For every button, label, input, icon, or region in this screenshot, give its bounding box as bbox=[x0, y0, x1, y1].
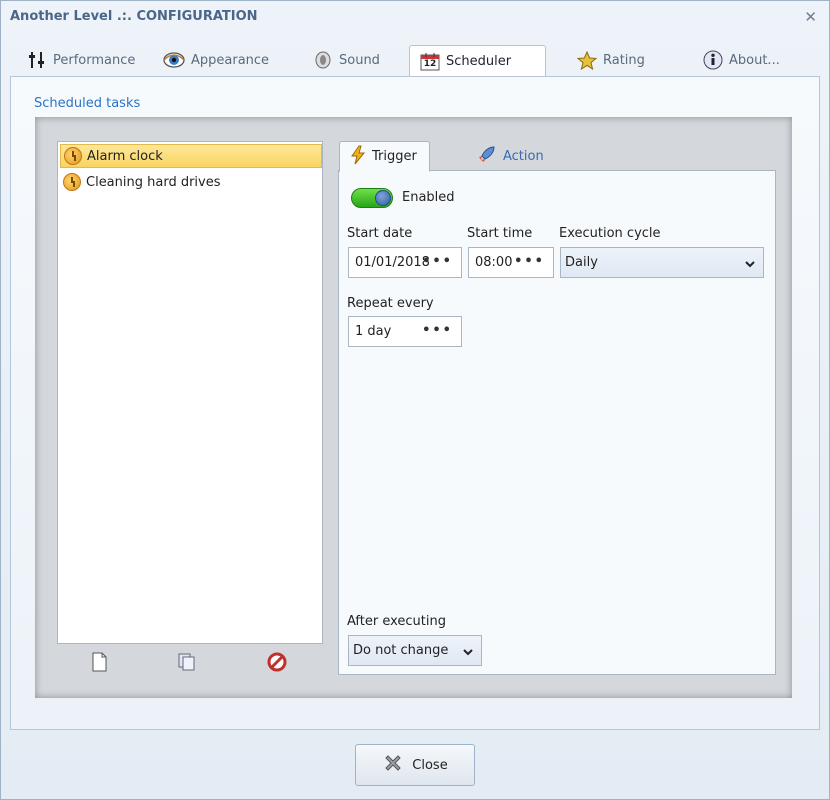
tab-about-label: About... bbox=[729, 52, 780, 68]
after-executing-select[interactable]: Do not change bbox=[348, 635, 482, 666]
repeat-every-label: Repeat every bbox=[347, 296, 434, 311]
new-document-icon bbox=[90, 652, 108, 676]
alarm-clock-icon bbox=[64, 147, 82, 165]
execution-cycle-label: Execution cycle bbox=[559, 226, 661, 241]
list-item[interactable]: Alarm clock bbox=[60, 144, 322, 168]
tab-performance[interactable]: Performance bbox=[17, 45, 145, 75]
task-label: Alarm clock bbox=[87, 148, 163, 164]
after-executing-label: After executing bbox=[347, 614, 446, 629]
enabled-toggle[interactable] bbox=[351, 188, 393, 208]
lightning-icon bbox=[350, 145, 366, 169]
start-time-field[interactable]: 08:00 ••• bbox=[468, 247, 554, 278]
config-window: Another Level .:. CONFIGURATION ✕ Perfor… bbox=[0, 0, 830, 800]
calendar-day-number: 12 bbox=[423, 59, 437, 69]
start-time-value: 08:00 bbox=[475, 255, 513, 270]
chevron-down-icon bbox=[463, 646, 473, 656]
tab-sound[interactable]: Sound bbox=[303, 45, 390, 75]
start-time-picker-button[interactable]: ••• bbox=[514, 255, 545, 268]
execution-cycle-value: Daily bbox=[565, 255, 598, 270]
start-date-value: 01/01/2018 bbox=[355, 255, 430, 270]
info-icon bbox=[703, 50, 723, 70]
close-icon bbox=[382, 752, 404, 778]
scheduler-page: Scheduled tasks Alarm clock Cleaning har… bbox=[10, 76, 820, 730]
tab-trigger-label: Trigger bbox=[372, 149, 417, 164]
tab-action[interactable]: Action bbox=[467, 141, 556, 171]
toggle-knob bbox=[375, 190, 391, 206]
alarm-clock-icon bbox=[63, 173, 81, 191]
scheduler-area: Alarm clock Cleaning hard drives Trigger… bbox=[35, 117, 792, 698]
eye-icon bbox=[163, 51, 185, 69]
delete-task-button[interactable] bbox=[266, 652, 288, 676]
enabled-label: Enabled bbox=[402, 190, 455, 205]
list-item[interactable]: Cleaning hard drives bbox=[60, 170, 322, 194]
start-date-label: Start date bbox=[347, 226, 413, 241]
task-label: Cleaning hard drives bbox=[86, 174, 221, 190]
tab-sound-label: Sound bbox=[339, 52, 380, 68]
tab-scheduler-label: Scheduler bbox=[446, 54, 512, 69]
tab-appearance-label: Appearance bbox=[191, 52, 270, 68]
delete-icon bbox=[267, 652, 287, 676]
section-title: Scheduled tasks bbox=[34, 96, 141, 111]
tab-action-label: Action bbox=[503, 148, 544, 164]
main-tabs: Performance Appearance Sound 12 Schedule… bbox=[1, 45, 829, 77]
rocket-icon bbox=[477, 144, 497, 168]
start-date-field[interactable]: 01/01/2018 ••• bbox=[348, 247, 462, 278]
start-date-picker-button[interactable]: ••• bbox=[422, 255, 453, 268]
tab-appearance[interactable]: Appearance bbox=[153, 45, 279, 75]
window-close-button[interactable]: ✕ bbox=[804, 8, 817, 26]
after-executing-value: Do not change bbox=[353, 643, 449, 658]
new-task-button[interactable] bbox=[88, 652, 110, 676]
window-title: Another Level .:. CONFIGURATION bbox=[10, 9, 258, 24]
close-button[interactable]: Close bbox=[355, 744, 475, 786]
repeat-every-value: 1 day bbox=[355, 324, 392, 339]
tab-trigger[interactable]: Trigger bbox=[339, 141, 430, 172]
tab-rating[interactable]: Rating bbox=[567, 45, 655, 75]
start-time-label: Start time bbox=[467, 226, 533, 241]
task-detail-panel bbox=[338, 170, 776, 675]
sliders-icon bbox=[27, 51, 47, 69]
repeat-every-picker-button[interactable]: ••• bbox=[422, 324, 453, 337]
star-icon bbox=[577, 50, 597, 70]
copy-task-button[interactable] bbox=[176, 653, 198, 675]
tab-performance-label: Performance bbox=[53, 52, 136, 68]
calendar-icon: 12 bbox=[420, 52, 440, 71]
chevron-down-icon bbox=[745, 258, 755, 268]
title-bar: Another Level .:. CONFIGURATION ✕ bbox=[1, 1, 829, 35]
close-button-label: Close bbox=[412, 757, 448, 773]
tab-about[interactable]: About... bbox=[693, 45, 790, 75]
task-list[interactable]: Alarm clock Cleaning hard drives bbox=[57, 141, 323, 644]
repeat-every-field[interactable]: 1 day ••• bbox=[348, 316, 462, 347]
tab-rating-label: Rating bbox=[603, 52, 645, 68]
speaker-icon bbox=[313, 51, 333, 69]
tab-scheduler[interactable]: 12 Scheduler bbox=[409, 45, 546, 77]
copy-icon bbox=[177, 652, 197, 676]
execution-cycle-select[interactable]: Daily bbox=[560, 247, 764, 278]
